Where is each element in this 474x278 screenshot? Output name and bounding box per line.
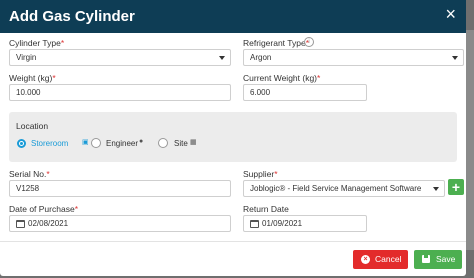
cylinder-type-select[interactable]: Virgin xyxy=(9,49,231,66)
save-button[interactable]: Save xyxy=(414,250,462,269)
info-icon[interactable]: i xyxy=(304,37,314,47)
required-mark: * xyxy=(317,73,321,83)
location-engineer-label[interactable]: Engineer xyxy=(106,139,138,148)
cylinder-type-label: Cylinder Type* xyxy=(9,38,64,48)
location-site-radio[interactable] xyxy=(158,138,168,148)
cylinder-type-value: Virgin xyxy=(16,53,37,62)
dialog-title: Add Gas Cylinder xyxy=(9,8,135,25)
location-storeroom-label[interactable]: Storeroom xyxy=(31,139,68,148)
required-mark: * xyxy=(74,204,78,214)
add-supplier-button[interactable]: + xyxy=(448,179,464,195)
location-panel: Location Storeroom ▣ Engineer ● Site ▦ xyxy=(9,112,457,162)
required-mark: * xyxy=(274,169,278,179)
save-button-label: Save xyxy=(436,254,456,264)
serial-no-input[interactable]: V1258 xyxy=(9,180,231,197)
chevron-down-icon xyxy=(219,56,225,60)
return-date-label: Return Date xyxy=(243,204,289,214)
date-of-purchase-value: 02/08/2021 xyxy=(28,219,69,228)
location-engineer-radio[interactable] xyxy=(91,138,101,148)
required-mark: * xyxy=(52,73,56,83)
add-gas-cylinder-dialog: Add Gas Cylinder × Cylinder Type* Virgin… xyxy=(0,0,466,276)
current-weight-value: 6.000 xyxy=(250,88,271,97)
chevron-down-icon xyxy=(433,187,439,191)
weight-value: 10.000 xyxy=(16,88,41,97)
refrigerant-type-label-text: Refrigerant Type xyxy=(243,38,306,48)
weight-input[interactable]: 10.000 xyxy=(9,84,231,101)
cylinder-type-label-text: Cylinder Type xyxy=(9,38,61,48)
cancel-button[interactable]: × Cancel xyxy=(353,250,408,269)
close-icon[interactable]: × xyxy=(445,5,456,23)
serial-no-value: V1258 xyxy=(16,184,40,193)
current-weight-label: Current Weight (kg)* xyxy=(243,73,320,83)
refrigerant-type-value: Argon xyxy=(250,53,272,62)
calendar-icon[interactable] xyxy=(250,220,259,228)
date-of-purchase-input[interactable]: 02/08/2021 xyxy=(9,215,231,232)
location-label: Location xyxy=(16,121,49,131)
chevron-down-icon xyxy=(452,56,458,60)
supplier-label: Supplier* xyxy=(243,169,278,179)
supplier-select[interactable]: Joblogic® - Field Service Management Sof… xyxy=(243,180,445,197)
storeroom-icon: ▣ xyxy=(82,139,89,146)
required-mark: * xyxy=(46,169,50,179)
return-date-value: 01/09/2021 xyxy=(262,219,303,228)
weight-label-text: Weight (kg) xyxy=(9,73,53,83)
current-weight-label-text: Current Weight (kg) xyxy=(243,73,318,83)
refrigerant-type-select[interactable]: Argon xyxy=(243,49,464,66)
serial-no-label-text: Serial No. xyxy=(9,169,47,179)
building-icon: ▦ xyxy=(190,139,197,146)
weight-label: Weight (kg)* xyxy=(9,73,56,83)
dialog-header: Add Gas Cylinder × xyxy=(0,0,466,33)
return-date-input[interactable]: 01/09/2021 xyxy=(243,215,367,232)
save-icon xyxy=(422,255,430,263)
cancel-icon: × xyxy=(361,255,370,264)
person-icon: ● xyxy=(139,138,144,145)
supplier-label-text: Supplier xyxy=(243,169,275,179)
supplier-value: Joblogic® - Field Service Management Sof… xyxy=(250,184,422,193)
location-site-label[interactable]: Site xyxy=(174,139,188,148)
calendar-icon[interactable] xyxy=(16,220,25,228)
refrigerant-type-label: Refrigerant Type* xyxy=(243,38,309,48)
background-scrollbar xyxy=(466,30,474,250)
required-mark: * xyxy=(60,38,65,48)
date-of-purchase-label-text: Date of Purchase xyxy=(9,204,75,214)
location-storeroom-radio[interactable] xyxy=(17,139,26,148)
serial-no-label: Serial No.* xyxy=(9,169,50,179)
current-weight-input[interactable]: 6.000 xyxy=(243,84,367,101)
date-of-purchase-label: Date of Purchase* xyxy=(9,204,78,214)
footer-divider xyxy=(0,241,466,242)
cancel-button-label: Cancel xyxy=(375,254,402,264)
